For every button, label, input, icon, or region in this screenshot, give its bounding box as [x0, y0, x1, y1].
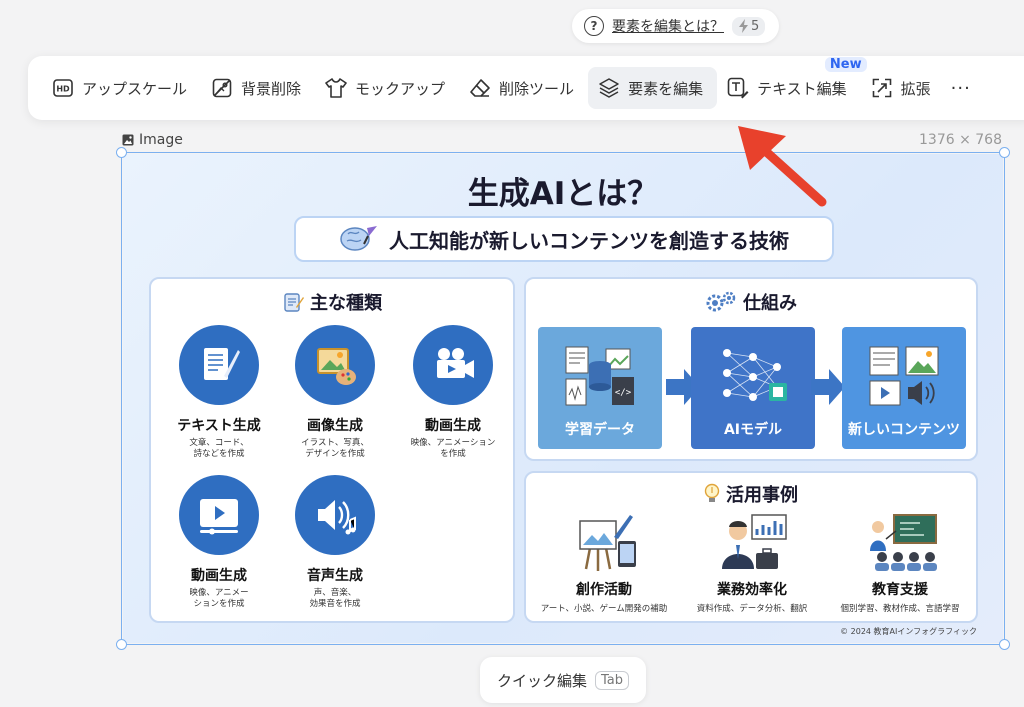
bolt-icon [739, 19, 748, 33]
resize-handle-top-left[interactable] [116, 147, 127, 158]
resize-handle-bottom-right[interactable] [999, 639, 1010, 650]
expand-icon [871, 77, 893, 99]
text-edit-label: テキスト編集 [757, 79, 847, 98]
tshirt-icon [325, 77, 347, 99]
edit-elements-button[interactable]: 要素を編集 [588, 67, 718, 109]
credit-value: 5 [751, 18, 760, 34]
more-options-button[interactable]: ··· [945, 78, 971, 99]
mockup-label: モックアップ [355, 79, 446, 98]
text-edit-button[interactable]: テキスト編集 New [717, 57, 867, 109]
help-link[interactable]: 要素を編集とは？ [612, 16, 724, 36]
svg-text:HD: HD [56, 85, 70, 94]
remove-background-label: 背景削除 [241, 79, 302, 98]
upscale-label: アップスケール [82, 79, 188, 98]
upscale-button[interactable]: HD アップスケール [42, 67, 201, 109]
image-label-text: Image [139, 132, 183, 148]
image-layer-label: Image [122, 132, 183, 148]
quick-edit-button[interactable]: クイック編集 Tab [480, 657, 646, 703]
edit-elements-label: 要素を編集 [628, 79, 704, 98]
text-edit-icon [727, 77, 749, 99]
image-dimensions: 1376 × 768 [919, 132, 1002, 148]
selection-frame [121, 152, 1005, 645]
edit-toolbar: HD アップスケール 背景削除 モックアップ 削除ツール 要素を編集 テキスト編… [28, 56, 1024, 120]
eraser-tool-label: 削除ツール [499, 79, 575, 98]
remove-bg-icon [211, 77, 233, 99]
eraser-tool-button[interactable]: 削除ツール [459, 67, 588, 109]
quick-edit-label: クイック編集 [496, 671, 587, 690]
help-pill[interactable]: ? 要素を編集とは？ 5 [572, 9, 780, 43]
tab-key-hint: Tab [595, 670, 630, 690]
hd-icon: HD [52, 77, 74, 99]
image-icon [122, 134, 134, 146]
question-icon: ? [584, 16, 604, 36]
credit-badge: 5 [732, 16, 766, 36]
layers-icon [598, 77, 620, 99]
resize-handle-top-right[interactable] [999, 147, 1010, 158]
new-badge: New [824, 57, 867, 72]
expand-label: 拡張 [900, 79, 931, 98]
resize-handle-bottom-left[interactable] [116, 639, 127, 650]
mockup-button[interactable]: モックアップ [315, 67, 459, 109]
remove-background-button[interactable]: 背景削除 [201, 67, 315, 109]
expand-button[interactable]: 拡張 [861, 67, 945, 109]
editor-screen: ? 要素を編集とは？ 5 HD アップスケール 背景削除 モックアップ 削除ツー… [0, 0, 1024, 707]
annotation-arrow-icon [738, 126, 827, 207]
eraser-icon [469, 77, 491, 99]
